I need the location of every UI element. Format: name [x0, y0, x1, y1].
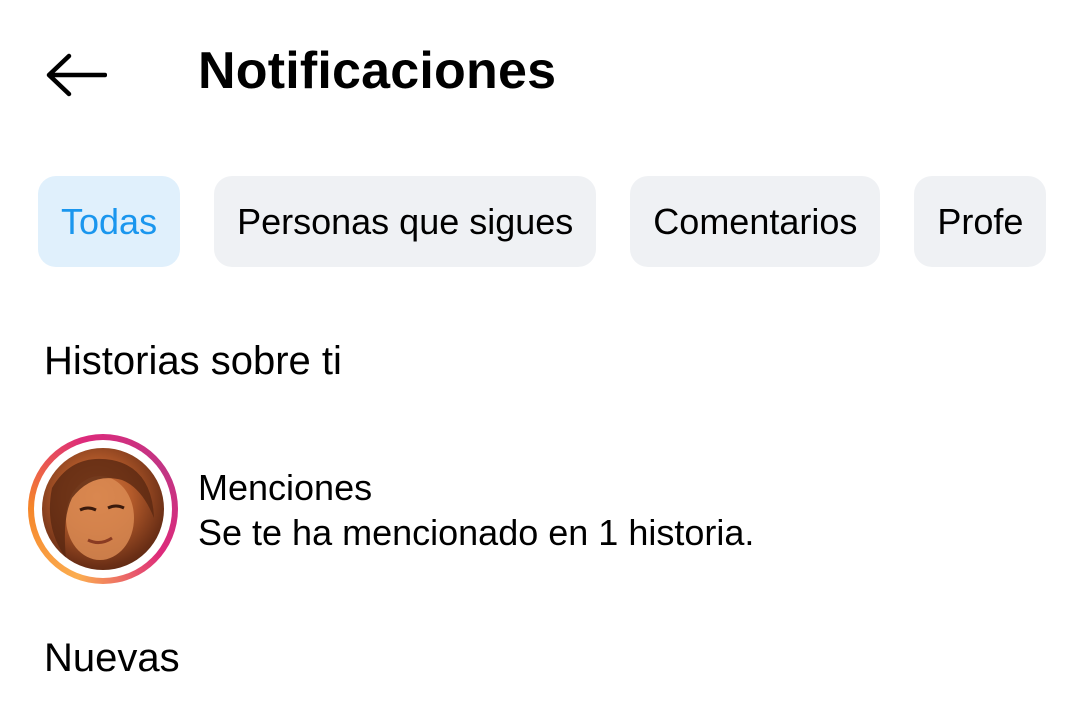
mention-title: Menciones — [198, 467, 373, 508]
section-title-nuevas: Nuevas — [44, 636, 180, 680]
filter-chip-personas-que-sigues[interactable]: Personas que sigues — [214, 176, 597, 267]
section-title-historias: Historias sobre ti — [44, 339, 342, 383]
filter-chip-profesionales[interactable]: Profe — [914, 176, 1047, 267]
mentions-notification[interactable]: Menciones Se te ha mencionado en 1 histo… — [28, 432, 1068, 588]
page-title: Notificaciones — [198, 42, 557, 100]
arrow-left-icon — [46, 53, 107, 97]
story-ring — [28, 434, 178, 584]
filter-chip-todas[interactable]: Todas — [38, 176, 181, 267]
filter-chip-comentarios[interactable]: Comentarios — [630, 176, 881, 267]
avatar[interactable] — [42, 448, 164, 570]
mention-text: Se te ha mencionado en 1 historia. — [198, 512, 755, 553]
avatar-face-image — [49, 458, 154, 560]
back-button[interactable] — [36, 40, 116, 110]
filter-chips: Todas Personas que sigues Comentarios Pr… — [38, 176, 1047, 267]
notifications-screen: Notificaciones Todas Personas que sigues… — [0, 0, 1079, 711]
